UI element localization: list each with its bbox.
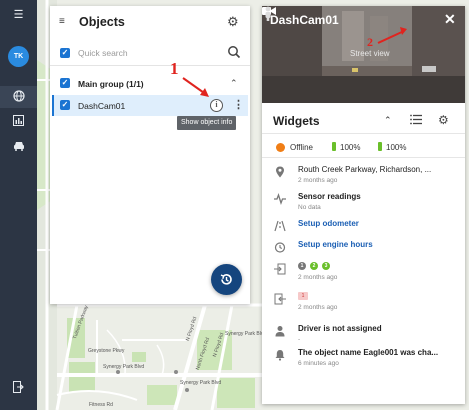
car-icon[interactable]: [0, 141, 37, 153]
input-badge: 1: [298, 262, 306, 270]
group-label: Main group (1/1): [78, 79, 144, 89]
objects-title: Objects: [79, 15, 125, 29]
street-view-label[interactable]: Street view: [350, 49, 390, 58]
search-input[interactable]: [78, 45, 208, 61]
avatar[interactable]: TK: [8, 46, 29, 67]
globe-icon[interactable]: [0, 90, 37, 104]
chevron-up-icon[interactable]: ⌃: [230, 78, 238, 89]
tooltip: Show object info: [177, 116, 237, 130]
sensor-title: Sensor readings: [298, 192, 361, 201]
driver-text: Driver is not assigned: [298, 324, 382, 333]
left-rail: ☰ TK: [0, 0, 37, 410]
object-title: DashCam01: [270, 13, 339, 27]
person-icon: [275, 326, 285, 337]
setup-odometer-link[interactable]: Setup odometer: [298, 219, 359, 228]
panel-collapse-icon[interactable]: ≡: [59, 16, 65, 27]
list-sort-icon[interactable]: [410, 114, 422, 125]
output-badge: 1: [298, 292, 308, 300]
output-icon: [274, 293, 286, 305]
map-label: Greystone Pkwy: [88, 348, 125, 354]
gear-icon[interactable]: ⚙: [227, 14, 239, 30]
select-all-checkbox[interactable]: ✓: [60, 48, 70, 58]
close-icon[interactable]: ✕: [444, 11, 456, 28]
engine-timer-icon: [274, 242, 286, 253]
search-icon[interactable]: [227, 45, 241, 59]
bell-icon: [275, 350, 285, 361]
address-text: Routh Creek Parkway, Richardson, ...: [298, 165, 432, 174]
notification-time: 6 minutes ago: [298, 360, 339, 367]
setup-engine-hours-link[interactable]: Setup engine hours: [298, 240, 373, 249]
gear-icon[interactable]: ⚙: [438, 113, 449, 127]
search-row: ✓: [50, 40, 250, 66]
notification-text: The object name Eagle001 was cha...: [298, 348, 439, 357]
group-row[interactable]: ✓ Main group (1/1) ⌃: [50, 73, 250, 95]
info-icon[interactable]: i: [210, 99, 223, 112]
driver-sub: -: [298, 336, 301, 343]
reports-chart-icon[interactable]: [0, 115, 37, 128]
more-options-icon[interactable]: ⋮: [233, 98, 244, 111]
street-view-icon: [265, 6, 271, 21]
annotation-number-2: 2: [367, 35, 373, 49]
annotation-number-1: 1: [170, 59, 179, 78]
input-badge: 2: [310, 262, 318, 270]
input-icon: [274, 263, 286, 275]
objects-header: ≡ Objects ⚙: [50, 6, 250, 38]
group-checkbox[interactable]: ✓: [60, 78, 70, 88]
map-label: Synergy Park Blvd: [103, 364, 145, 370]
history-button[interactable]: [211, 264, 242, 295]
battery-percent: 100%: [386, 143, 407, 152]
map-label: Fitness Rd: [89, 402, 113, 408]
output-time: 2 months ago: [298, 304, 338, 311]
location-pin-icon: [276, 166, 284, 178]
history-icon: [220, 274, 232, 285]
input-time: 2 months ago: [298, 274, 338, 281]
object-list-item[interactable]: ✓ DashCam01 i ⋮: [52, 95, 248, 116]
object-checkbox[interactable]: ✓: [60, 100, 70, 110]
input-badge: 3: [322, 262, 330, 270]
widgets-title: Widgets: [273, 114, 320, 128]
status-text: Offline: [290, 143, 313, 152]
menu-collapse-icon[interactable]: ☰: [0, 8, 37, 21]
logout-icon[interactable]: [0, 381, 37, 395]
battery-percent: 100%: [340, 143, 361, 152]
status-row: Offline 100% 100%: [262, 138, 465, 158]
object-details-panel: DashCam01 ✕ Street view Widgets ⌃ ⚙ Offl…: [262, 6, 465, 404]
battery-icon: [332, 142, 336, 151]
map-label: Synergy Park Blvd: [180, 380, 222, 386]
status-dot-icon: [276, 143, 285, 152]
street-view-photo[interactable]: DashCam01 ✕ Street view: [262, 6, 465, 103]
chevron-up-icon[interactable]: ⌃: [384, 115, 392, 126]
sensor-sub: No data: [298, 204, 321, 211]
odometer-icon: [274, 220, 286, 232]
widgets-header: Widgets ⌃ ⚙: [262, 108, 465, 134]
pulse-icon: [274, 193, 286, 205]
map-label: Synergy Park Blvd: [225, 331, 267, 337]
battery-icon: [378, 142, 382, 151]
object-name: DashCam01: [78, 101, 126, 111]
objects-panel: ≡ Objects ⚙ ✓ ✓ Main group (1/1) ⌃ ✓ Das…: [50, 6, 250, 304]
address-time: 2 months ago: [298, 177, 338, 184]
